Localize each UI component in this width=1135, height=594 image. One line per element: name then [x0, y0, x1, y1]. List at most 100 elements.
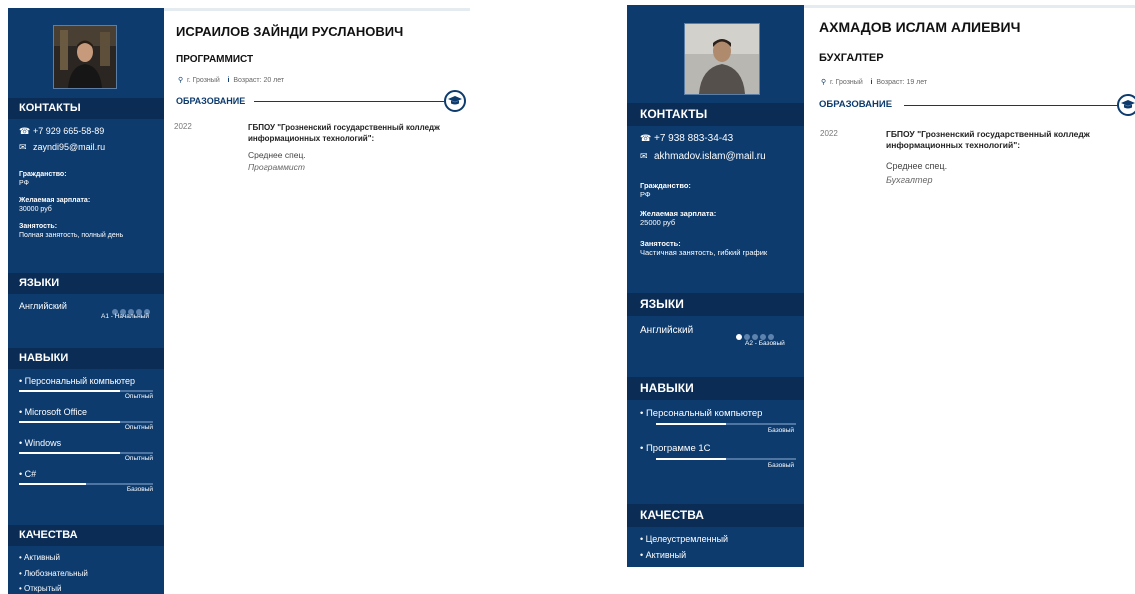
graduation-cap-icon — [1117, 94, 1135, 116]
education-heading: ОБРАЗОВАНИЕ — [176, 96, 246, 106]
languages-heading: ЯЗЫКИ — [627, 293, 804, 316]
language-name: Английский — [640, 325, 694, 336]
citizenship-label: Гражданство: — [19, 171, 67, 178]
quality-item: • Активный — [640, 550, 687, 560]
envelope-icon: ✉ — [19, 142, 27, 152]
citizenship-value: РФ — [640, 190, 651, 199]
level-dot — [736, 334, 742, 340]
skill-bar — [656, 423, 796, 425]
email-row[interactable]: ✉ zayndi95@mail.ru — [19, 142, 105, 153]
meta-row: ⚲ г. Грозный i Возраст: 19 лет — [821, 78, 927, 86]
employment-label: Занятость: — [640, 239, 681, 248]
skill-bar-fill — [19, 452, 120, 454]
quality-item: • Целеустремленный — [640, 534, 729, 544]
skill-name: • C# — [19, 469, 37, 479]
resume-card: КОНТАКТЫ ☎ +7 929 665-58-89 ✉ zayndi95@mai… — [8, 8, 470, 594]
employment: Занятость: Полная занятость, полный день — [19, 222, 123, 240]
city: г. Грозный — [830, 79, 863, 86]
skill-name: • Windows — [19, 438, 62, 448]
skill-name: • Microsoft Office — [19, 407, 88, 417]
language-level: A2 - Базовый — [745, 340, 785, 347]
skill-level: Базовый — [767, 462, 794, 469]
job-title: ПРОГРАММИСТ — [176, 54, 254, 65]
citizenship-label: Гражданство: — [640, 181, 691, 190]
skill-level: Базовый — [126, 486, 153, 493]
qualities-heading: КАЧЕСТВА — [8, 525, 164, 546]
skill-bar — [656, 458, 796, 460]
quality-item: • Открытый — [19, 584, 62, 593]
skill-bar-fill — [656, 458, 726, 460]
salary-label: Желаемая зарплата: — [640, 209, 717, 218]
map-pin-icon: ⚲ — [178, 77, 184, 84]
profile-photo — [53, 25, 117, 89]
age: Возраст: 19 лет — [876, 79, 928, 86]
employment: Занятость: Частичная занятость, гибкий гр… — [640, 239, 767, 257]
language-level: A1 - Начальный — [101, 313, 149, 320]
education-institution: ГБПОУ "Грозненский государственный колле… — [248, 123, 440, 143]
education-heading: ОБРАЗОВАНИЕ — [819, 99, 893, 110]
education-divider — [254, 101, 444, 102]
contacts-heading: КОНТАКТЫ — [8, 98, 164, 119]
education-specialty: Программист — [248, 162, 305, 172]
skill-level: Опытный — [124, 455, 153, 462]
citizenship-value: РФ — [19, 180, 29, 187]
citizenship: Гражданство: РФ — [19, 170, 67, 188]
skill-bar — [19, 390, 153, 392]
skill-level: Опытный — [124, 424, 153, 431]
salary-value: 30000 руб — [19, 206, 52, 213]
resume-sidebar: КОНТАКТЫ ☎ +7 929 665-58-89 ✉ zayndi95@mai… — [8, 8, 164, 594]
info-icon: i — [227, 77, 230, 84]
employment-value: Частичная занятость, гибкий график — [640, 248, 768, 257]
salary-value: 25000 руб — [640, 218, 676, 227]
phone-row: ☎ +7 938 883-34-43 — [640, 133, 733, 144]
resume-main: ИСРАИЛОВ ЗАЙНДИ РУСЛАНОВИЧ ПРОГРАММИСТ ⚲… — [164, 8, 470, 594]
languages-heading: ЯЗЫКИ — [8, 273, 164, 294]
skill-level: Базовый — [767, 427, 794, 434]
phone-row: ☎ +7 929 665-58-89 — [19, 126, 104, 137]
phone-number: +7 938 883-34-43 — [654, 133, 734, 144]
email-address[interactable]: zayndi95@mail.ru — [33, 142, 105, 152]
skill-bar — [19, 421, 153, 423]
salary: Желаемая зарплата: 30000 руб — [19, 196, 90, 214]
education-year: 2022 — [174, 122, 192, 131]
salary: Желаемая зарплата: 25000 руб — [640, 209, 716, 227]
skill-name: • Персональный компьютер — [19, 376, 135, 386]
resume-sidebar: КОНТАКТЫ ☎ +7 938 883-34-43 ✉ akhmadov.isl… — [627, 5, 804, 567]
phone-number: +7 929 665-58-89 — [33, 126, 105, 136]
education-specialty: Бухгалтер — [886, 175, 933, 185]
skill-bar — [19, 483, 153, 485]
phone-icon: ☎ — [640, 133, 652, 143]
email-address[interactable]: akhmadov.islam@mail.ru — [654, 151, 766, 162]
skill-name: • Персональный компьютер — [640, 408, 763, 419]
employment-label: Занятость: — [19, 223, 58, 230]
full-name: ИСРАИЛОВ ЗАЙНДИ РУСЛАНОВИЧ — [176, 24, 404, 39]
info-icon: i — [870, 79, 873, 86]
quality-item: • Любознательный — [19, 569, 88, 578]
map-pin-icon: ⚲ — [821, 79, 827, 86]
resume-main: АХМАДОВ ИСЛАМ АЛИЕВИЧ БУХГАЛТЕР ⚲ г. Гро… — [804, 5, 1135, 567]
employment-value: Полная занятость, полный день — [19, 232, 124, 239]
profile-photo — [684, 23, 760, 95]
contacts-heading: КОНТАКТЫ — [627, 103, 804, 126]
education-divider — [904, 105, 1119, 106]
email-row[interactable]: ✉ akhmadov.islam@mail.ru — [640, 151, 766, 162]
education-institution: ГБПОУ "Грозненский государственный колле… — [886, 129, 1090, 150]
skills-heading: НАВЫКИ — [8, 348, 164, 369]
skill-bar — [19, 452, 153, 454]
qualities-heading: КАЧЕСТВА — [627, 504, 804, 527]
language-name: Английский — [19, 301, 67, 311]
skills-heading: НАВЫКИ — [627, 377, 804, 400]
meta-row: ⚲ г. Грозный i Возраст: 20 лет — [178, 76, 284, 84]
salary-label: Желаемая зарплата: — [19, 197, 91, 204]
citizenship: Гражданство: РФ — [640, 181, 691, 199]
city: г. Грозный — [187, 77, 220, 84]
education-degree: Среднее спец. — [886, 161, 948, 171]
resume-card: КОНТАКТЫ ☎ +7 938 883-34-43 ✉ akhmadov.isl… — [627, 5, 1135, 567]
skill-bar-fill — [19, 483, 86, 485]
skill-bar-fill — [19, 421, 120, 423]
skill-bar-fill — [656, 423, 726, 425]
quality-item: • Активный — [19, 553, 60, 562]
age: Возраст: 20 лет — [233, 77, 285, 84]
skill-bar-fill — [19, 390, 120, 392]
skill-level: Опытный — [124, 393, 153, 400]
